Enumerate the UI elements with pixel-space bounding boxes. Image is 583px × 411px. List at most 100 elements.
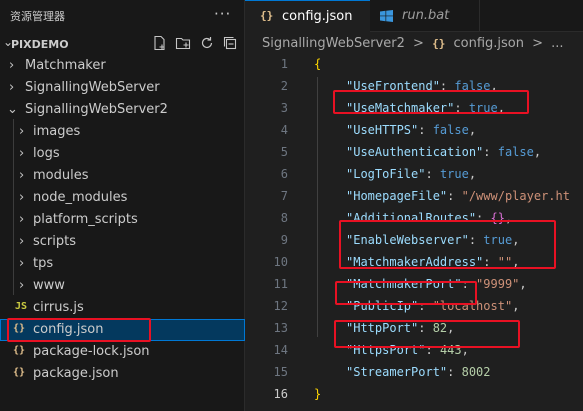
line-number: 3 <box>280 101 288 115</box>
line-number: 6 <box>280 167 288 181</box>
tree-item-images[interactable]: › images <box>0 121 245 143</box>
refresh-icon[interactable] <box>199 35 215 51</box>
line-number: 8 <box>280 211 288 225</box>
line-number: 9 <box>280 233 288 247</box>
tree-item-label: SignallingWebServer <box>25 80 160 95</box>
line-number: 5 <box>280 145 288 159</box>
highlight-box <box>339 220 556 269</box>
breadcrumb-file[interactable]: config.json <box>453 36 524 51</box>
tab-config-json[interactable]: {} config.json <box>245 0 370 32</box>
highlight-box <box>7 318 151 342</box>
editor-tabs: {} config.json run.bat <box>245 0 583 32</box>
line-number: 4 <box>280 123 288 137</box>
tree-item-label: cirrus.js <box>33 300 84 315</box>
breadcrumb-separator: > <box>413 36 424 51</box>
tree-item-label: scripts <box>33 234 76 249</box>
explorer-title: 资源管理器 <box>10 10 65 23</box>
chevron-right-icon: › <box>19 168 25 183</box>
json-value-token: true <box>439 167 469 181</box>
tree-item-label: package-lock.json <box>33 344 150 359</box>
tab-label: config.json <box>282 9 353 24</box>
tree-item-label: SignallingWebServer2 <box>25 102 168 117</box>
json-key-token: "StreamerPort" <box>346 365 448 379</box>
code-text: "LogToFile": true, <box>346 167 476 181</box>
tree-item-matchmaker[interactable]: › Matchmaker <box>0 55 245 77</box>
breadcrumb-more[interactable]: ... <box>551 36 563 51</box>
colon-token: : <box>425 167 440 181</box>
line-number: 7 <box>280 189 288 203</box>
tree-item-label: logs <box>33 146 60 161</box>
line-number: 11 <box>273 277 288 291</box>
breadcrumb-separator: > <box>532 36 544 51</box>
highlight-box <box>333 90 529 114</box>
breadcrumb-folder[interactable]: SignallingWebServer2 <box>262 36 405 51</box>
comma-token: , <box>512 299 520 313</box>
collapse-all-icon[interactable] <box>222 35 238 51</box>
tree-item-cirrus-js[interactable]: JS cirrus.js <box>0 297 245 319</box>
code-text: "StreamerPort": 8002 <box>346 365 491 379</box>
comma-token: , <box>533 145 542 159</box>
code-text: "HomepageFile": "/www/player.ht <box>346 189 570 203</box>
code-editor[interactable]: 1{2 "UseFrontend": false, 3 "UseMatchmaker"… <box>245 55 583 411</box>
new-file-icon[interactable] <box>152 35 168 51</box>
comma-token: , <box>468 167 477 181</box>
comma-token: , <box>519 277 527 291</box>
line-number: 14 <box>273 343 288 357</box>
code-line[interactable]: 6 "LogToFile": true, <box>245 165 583 185</box>
tree-item-package-lock-json[interactable]: {} package-lock.json <box>0 341 245 363</box>
chevron-down-icon: ⌄ <box>7 102 18 117</box>
tree-item-modules[interactable]: › modules <box>0 165 245 187</box>
tree-item-label: images <box>33 124 81 139</box>
tree-item-label: www <box>33 278 65 293</box>
chevron-right-icon: › <box>19 234 25 249</box>
tree-item-signallingwebserver[interactable]: › SignallingWebServer <box>0 77 245 99</box>
colon-token: : <box>447 189 462 203</box>
line-number: 12 <box>273 299 288 313</box>
json-file-icon: {} <box>13 367 26 378</box>
tree-item-platform-scripts[interactable]: › platform_scripts <box>0 209 245 231</box>
chevron-right-icon: › <box>19 190 25 205</box>
project-name: PIXDEMO <box>11 38 69 51</box>
tab-label: run.bat <box>402 8 450 23</box>
chevron-right-icon: › <box>9 58 15 73</box>
highlight-box <box>335 281 477 305</box>
json-key-token: "UseAuthentication" <box>346 145 484 159</box>
json-file-icon: {} <box>432 37 446 50</box>
colon-token: : <box>418 123 433 137</box>
json-key-token: "UseHTTPS" <box>346 123 419 137</box>
tab-run-bat[interactable]: run.bat <box>370 0 480 32</box>
tree-item-label: package.json <box>33 366 119 381</box>
tree-item-node-modules[interactable]: › node_modules <box>0 187 245 209</box>
code-line[interactable]: 4 "UseHTTPS": false, <box>245 121 583 141</box>
json-key-token: "HomepageFile" <box>346 189 448 203</box>
line-number: 10 <box>273 255 288 269</box>
brace-token: } <box>314 387 322 401</box>
code-line[interactable]: 15 "StreamerPort": 8002 <box>245 363 583 383</box>
javascript-file-icon: JS <box>15 301 28 312</box>
json-key-token: "LogToFile" <box>346 167 426 181</box>
explorer-header: 资源管理器 ··· <box>0 0 245 32</box>
tree-item-signallingwebserver2[interactable]: ⌄ SignallingWebServer2 <box>0 99 245 121</box>
json-file-icon: {} <box>260 9 274 22</box>
tree-item-package-json[interactable]: {} package.json <box>0 363 245 385</box>
json-file-icon: {} <box>13 345 26 356</box>
line-number: 16 <box>273 387 288 401</box>
ellipsis-icon[interactable]: ··· <box>214 5 231 23</box>
tree-item-scripts[interactable]: › scripts <box>0 231 245 253</box>
line-number: 2 <box>280 79 288 93</box>
code-text: } <box>314 387 321 401</box>
code-line[interactable]: 5 "UseAuthentication": false, <box>245 143 583 163</box>
comma-token: , <box>468 123 477 137</box>
line-number: 1 <box>280 57 288 71</box>
tree-item-logs[interactable]: › logs <box>0 143 245 165</box>
json-value-token: "9999" <box>476 277 520 291</box>
windows-icon <box>380 10 393 22</box>
code-line[interactable]: 16} <box>245 385 583 405</box>
tree-item-www[interactable]: › www <box>0 275 245 297</box>
colon-token: : <box>447 365 462 379</box>
code-line[interactable]: 7 "HomepageFile": "/www/player.ht <box>245 187 583 207</box>
code-line[interactable]: 1{ <box>245 55 583 75</box>
tree-item-tps[interactable]: › tps <box>0 253 245 275</box>
chevron-right-icon: › <box>19 278 25 293</box>
new-folder-icon[interactable] <box>175 35 191 51</box>
